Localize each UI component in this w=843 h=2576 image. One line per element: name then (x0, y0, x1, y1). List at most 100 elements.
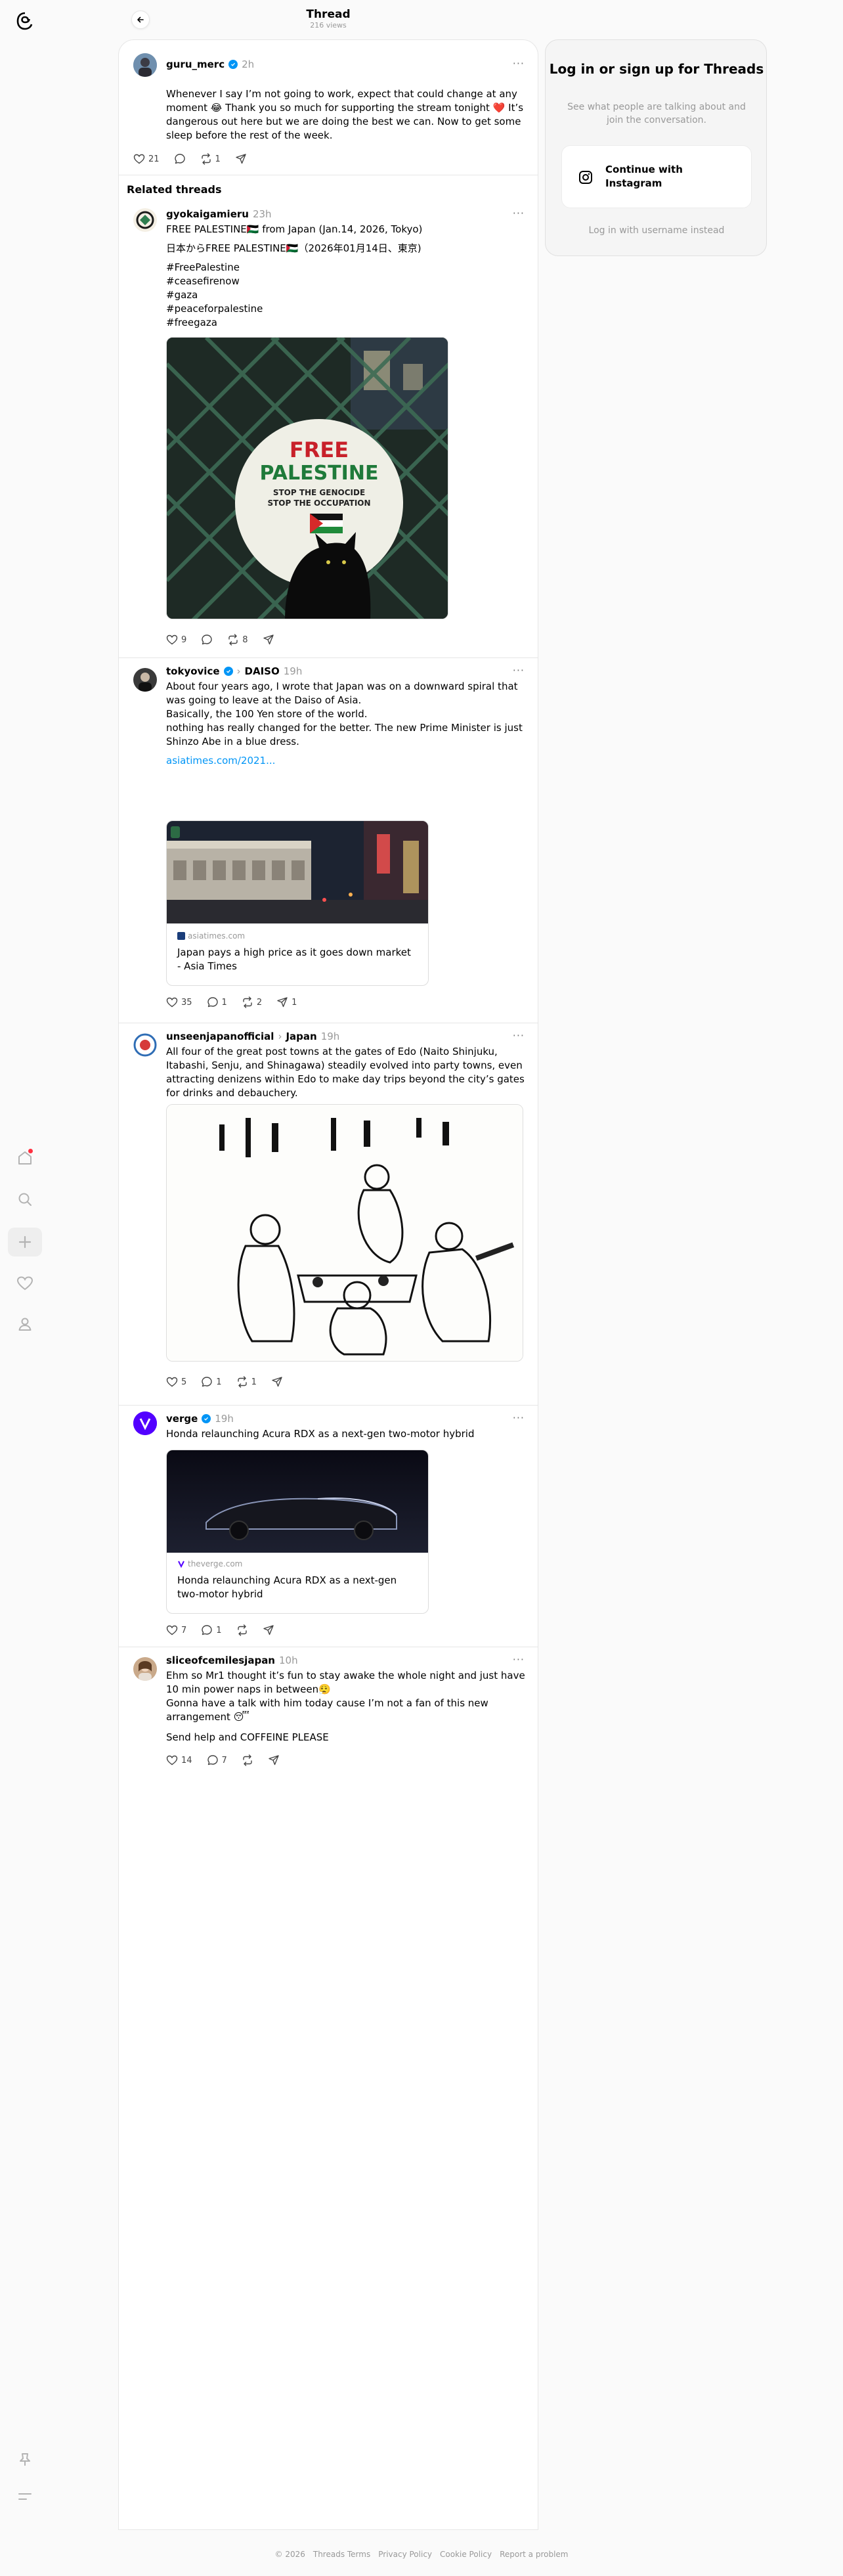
send-icon (277, 997, 288, 1008)
footer: © 2026 Threads Terms Privacy Policy Cook… (0, 2550, 843, 2559)
activity-heart-icon[interactable] (13, 1272, 37, 1295)
share-button[interactable]: 1 (276, 996, 297, 1008)
author-name[interactable]: gyokaigamieru (166, 208, 249, 220)
more-options-icon[interactable]: ··· (513, 57, 525, 70)
repost-button[interactable] (242, 1754, 253, 1766)
continue-with-instagram-button[interactable]: Continue with Instagram (561, 145, 752, 208)
more-options-icon[interactable]: ··· (513, 1653, 525, 1666)
footer-link-terms[interactable]: Threads Terms (313, 2550, 370, 2559)
reply-button[interactable]: 1 (201, 1376, 222, 1388)
instagram-icon (579, 171, 592, 184)
home-icon[interactable] (13, 1146, 37, 1170)
create-post-icon[interactable] (8, 1228, 42, 1256)
link-domain: asiatimes.com (177, 931, 245, 941)
post-time: 19h (215, 1413, 234, 1425)
repost-button[interactable]: 2 (242, 996, 262, 1008)
repost-button[interactable] (236, 1624, 248, 1636)
comment-icon (174, 154, 185, 164)
like-count: 5 (181, 1377, 187, 1387)
thread-header: Thread 216 views (118, 0, 538, 39)
footer-link-report[interactable]: Report a problem (500, 2550, 568, 2559)
footer-link-privacy[interactable]: Privacy Policy (378, 2550, 432, 2559)
pin-icon[interactable] (13, 2448, 37, 2472)
avatar[interactable] (133, 1657, 157, 1681)
post-time: 2h (242, 58, 255, 70)
external-link[interactable]: asiatimes.com/2021... (166, 754, 526, 768)
post-text: All four of the great post towns at the … (166, 1046, 525, 1099)
avatar[interactable] (133, 1033, 157, 1057)
like-button[interactable]: 7 (166, 1625, 186, 1635)
post-text: Ehm so Mr1 thought it’s fun to stay awak… (166, 1670, 525, 1723)
like-button[interactable]: 21 (133, 154, 160, 164)
share-count: 1 (292, 997, 297, 1008)
like-button[interactable]: 5 (166, 1377, 186, 1387)
reply-button[interactable]: 1 (207, 996, 227, 1008)
threads-logo-icon[interactable] (13, 9, 37, 33)
heart-icon (166, 1377, 178, 1387)
related-post[interactable]: verge 19h ··· Honda relaunching Acura RD… (119, 1405, 538, 1647)
post-line: 日本からFREE PALESTINE🇵🇸（2026年01月14日、東京) (166, 242, 422, 254)
repost-count: 8 (242, 634, 248, 645)
share-button[interactable] (268, 1754, 280, 1766)
repost-button[interactable]: 1 (236, 1376, 257, 1388)
post-text: About four years ago, I wrote that Japan… (166, 680, 526, 768)
post-image[interactable]: FREE PALESTINE STOP THE GENOCIDE STOP TH… (166, 337, 448, 619)
community-name[interactable]: DAISO (245, 665, 280, 677)
like-button[interactable]: 35 (166, 997, 192, 1008)
avatar[interactable] (133, 668, 157, 692)
related-post[interactable]: tokyovice › DAISO 19h ··· About four yea… (119, 657, 538, 1023)
reply-button[interactable]: 1 (201, 1624, 222, 1636)
send-icon (269, 1755, 279, 1765)
repost-button[interactable]: 8 (227, 634, 248, 646)
link-preview-card[interactable]: theverge.com Honda relaunching Acura RDX… (166, 1450, 429, 1614)
footer-link-cookies[interactable]: Cookie Policy (440, 2550, 492, 2559)
avatar[interactable] (133, 1411, 157, 1435)
more-options-icon[interactable]: ··· (513, 1029, 525, 1042)
send-icon (272, 1377, 282, 1387)
login-with-username-link[interactable]: Log in with username instead (546, 225, 767, 236)
repost-count: 2 (256, 997, 263, 1008)
continue-with-instagram-label: Continue with Instagram (605, 164, 683, 189)
link-preview-card[interactable]: asiatimes.com Japan pays a high price as… (166, 820, 429, 986)
share-button[interactable] (263, 1624, 274, 1636)
comment-icon (202, 1377, 212, 1387)
share-button[interactable] (271, 1376, 283, 1388)
author-name[interactable]: verge (166, 1413, 198, 1425)
more-options-icon[interactable]: ··· (513, 664, 525, 677)
repost-icon (243, 996, 252, 1008)
avatar[interactable] (133, 53, 157, 77)
hashtag: #gaza (166, 289, 198, 301)
share-button[interactable] (235, 153, 247, 165)
author-name[interactable]: unseenjapanofficial (166, 1031, 274, 1042)
share-button[interactable] (263, 634, 274, 646)
author-name[interactable]: sliceofcemilesjapan (166, 1654, 275, 1666)
menu-icon[interactable] (13, 2485, 37, 2508)
search-icon[interactable] (13, 1188, 37, 1211)
reply-button[interactable]: 7 (207, 1754, 227, 1766)
verified-badge-icon (223, 667, 233, 676)
related-post[interactable]: unseenjapanofficial › Japan 19h ··· All … (119, 1023, 538, 1405)
hashtag: #freegaza (166, 317, 217, 328)
post-image[interactable] (166, 1104, 523, 1362)
reply-button[interactable] (201, 634, 213, 646)
comment-icon (202, 634, 212, 645)
author-name[interactable]: guru_merc (166, 58, 225, 70)
more-options-icon[interactable]: ··· (513, 207, 525, 219)
more-options-icon[interactable]: ··· (513, 1411, 525, 1424)
avatar[interactable] (133, 208, 157, 232)
comment-icon (207, 1755, 218, 1765)
reply-count: 1 (216, 1625, 222, 1635)
main-post[interactable]: guru_merc 2h ··· Whenever I say I’m not … (119, 40, 538, 175)
reply-count: 7 (221, 1755, 227, 1765)
like-button[interactable]: 9 (166, 634, 186, 645)
heart-icon (166, 1755, 178, 1765)
repost-button[interactable]: 1 (200, 153, 221, 165)
related-post[interactable]: sliceofcemilesjapan 10h ··· Ehm so Mr1 t… (119, 1647, 538, 1778)
author-name[interactable]: tokyovice (166, 665, 220, 677)
post-text: FREE PALESTINE🇵🇸 from Japan (Jan.14, 202… (166, 223, 526, 330)
reply-button[interactable] (174, 153, 186, 165)
related-post[interactable]: gyokaigamieru 23h ··· FREE PALESTINE🇵🇸 f… (119, 200, 538, 654)
community-name[interactable]: Japan (286, 1031, 316, 1042)
profile-icon[interactable] (13, 1312, 37, 1336)
like-button[interactable]: 14 (166, 1755, 192, 1765)
